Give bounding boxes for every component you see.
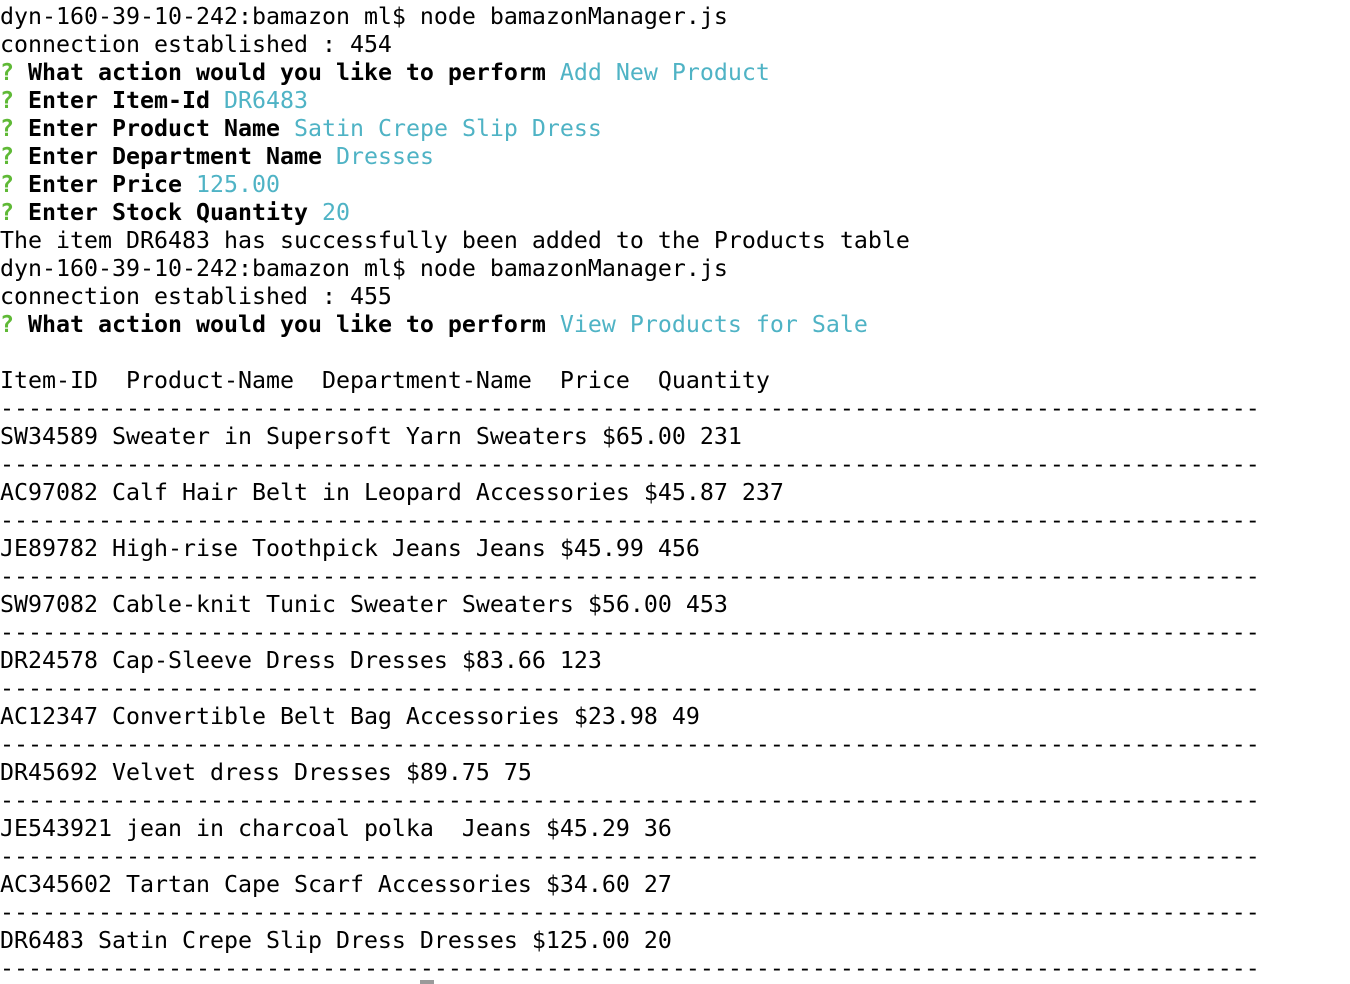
table-separator: ----------------------------------------…: [0, 507, 1260, 534]
terminal-line: DR45692 Velvet dress Dresses $89.75 75: [0, 759, 1260, 787]
terminal-line: connection established : 455: [0, 283, 1260, 311]
terminal-line: ----------------------------------------…: [0, 731, 1260, 759]
terminal-line: AC345602 Tartan Cape Scarf Accessories $…: [0, 871, 1260, 899]
prompt-answer: DR6483: [223, 87, 308, 114]
terminal-line: The item DR6483 has successfully been ad…: [0, 227, 1260, 255]
terminal-line: ? Enter Product Name Satin Crepe Slip Dr…: [0, 115, 1260, 143]
terminal-line: ? Enter Price 125.00: [0, 171, 1260, 199]
prompt-question: Enter Department Name: [28, 143, 336, 170]
prompt-answer: View Products for Sale: [559, 311, 868, 338]
terminal-line: JE89782 High-rise Toothpick Jeans Jeans …: [0, 535, 1260, 563]
output-text: AC12347 Convertible Belt Bag Accessories…: [0, 703, 700, 730]
output-text: JE89782 High-rise Toothpick Jeans Jeans …: [0, 535, 700, 562]
terminal-line: ----------------------------------------…: [0, 563, 1260, 591]
prompt-question: Enter Item-Id: [28, 87, 224, 114]
output-text: connection established : 455: [0, 283, 392, 310]
prompt-marker: ?: [0, 59, 28, 86]
table-separator: ----------------------------------------…: [0, 731, 1260, 758]
prompt-marker: ?: [0, 311, 28, 338]
terminal-line: Item-ID Product-Name Department-Name Pri…: [0, 367, 1260, 395]
prompt-answer: 20: [321, 199, 350, 226]
prompt-marker: ?: [0, 87, 28, 114]
table-separator: ----------------------------------------…: [0, 787, 1260, 814]
prompt-question: Enter Product Name: [28, 115, 294, 142]
terminal-line: DR24578 Cap-Sleeve Dress Dresses $83.66 …: [0, 647, 1260, 675]
output-text: Item-ID Product-Name Department-Name Pri…: [0, 367, 770, 394]
terminal-line: dyn-160-39-10-242:bamazon ml$ node bamaz…: [0, 255, 1260, 283]
output-text: JE543921 jean in charcoal polka Jeans $4…: [0, 815, 672, 842]
terminal-line: ----------------------------------------…: [0, 395, 1260, 423]
terminal-line: ? Enter Item-Id DR6483: [0, 87, 1260, 115]
terminal-line: ? Enter Department Name Dresses: [0, 143, 1260, 171]
terminal-line: ----------------------------------------…: [0, 619, 1260, 647]
output-text: AC97082 Calf Hair Belt in Leopard Access…: [0, 479, 784, 506]
terminal-line: dyn-160-39-10-242:bamazon ml$ node bamaz…: [0, 3, 1260, 31]
table-separator: ----------------------------------------…: [0, 843, 1260, 870]
table-separator: ----------------------------------------…: [0, 563, 1260, 590]
output-text: AC345602 Tartan Cape Scarf Accessories $…: [0, 871, 672, 898]
terminal-line: ----------------------------------------…: [0, 899, 1260, 927]
table-separator: ----------------------------------------…: [0, 899, 1260, 926]
terminal-line: JE543921 jean in charcoal polka Jeans $4…: [0, 815, 1260, 843]
prompt-question: What action would you like to perform: [28, 59, 560, 86]
terminal-line: ----------------------------------------…: [0, 787, 1260, 815]
output-text: SW97082 Cable-knit Tunic Sweater Sweater…: [0, 591, 728, 618]
terminal-output[interactable]: dyn-160-39-10-242:bamazon ml$ node bamaz…: [0, 3, 1260, 983]
terminal-line: AC12347 Convertible Belt Bag Accessories…: [0, 703, 1260, 731]
terminal-line: ----------------------------------------…: [0, 507, 1260, 535]
output-text: DR24578 Cap-Sleeve Dress Dresses $83.66 …: [0, 647, 602, 674]
terminal-line: DR6483 Satin Crepe Slip Dress Dresses $1…: [0, 927, 1260, 955]
prompt-question: Enter Price: [28, 171, 196, 198]
terminal-line: AC97082 Calf Hair Belt in Leopard Access…: [0, 479, 1260, 507]
terminal-line: SW34589 Sweater in Supersoft Yarn Sweate…: [0, 423, 1260, 451]
terminal-line: ? Enter Stock Quantity 20: [0, 199, 1260, 227]
prompt-question: What action would you like to perform: [28, 311, 560, 338]
prompt-question: Enter Stock Quantity: [28, 199, 322, 226]
terminal-line: ----------------------------------------…: [0, 675, 1260, 703]
prompt-answer: Add New Product: [559, 59, 770, 86]
terminal-line: ? What action would you like to perform …: [0, 311, 1260, 339]
prompt-marker: ?: [0, 115, 28, 142]
output-text: The item DR6483 has successfully been ad…: [0, 227, 910, 254]
terminal-cursor: [420, 980, 434, 984]
prompt-answer: Satin Crepe Slip Dress: [293, 115, 602, 142]
table-separator: ----------------------------------------…: [0, 395, 1260, 422]
terminal-line: ----------------------------------------…: [0, 843, 1260, 871]
table-separator: ----------------------------------------…: [0, 675, 1260, 702]
output-text: dyn-160-39-10-242:bamazon ml$ node bamaz…: [0, 255, 728, 282]
terminal-line: connection established : 454: [0, 31, 1260, 59]
terminal-line: ? What action would you like to perform …: [0, 59, 1260, 87]
output-text: dyn-160-39-10-242:bamazon ml$ node bamaz…: [0, 3, 728, 30]
prompt-answer: 125.00: [195, 171, 280, 198]
prompt-marker: ?: [0, 171, 28, 198]
prompt-answer: Dresses: [335, 143, 434, 170]
table-separator: ----------------------------------------…: [0, 955, 1260, 982]
terminal-line: SW97082 Cable-knit Tunic Sweater Sweater…: [0, 591, 1260, 619]
output-text: SW34589 Sweater in Supersoft Yarn Sweate…: [0, 423, 742, 450]
terminal-line: ----------------------------------------…: [0, 451, 1260, 479]
output-text: connection established : 454: [0, 31, 392, 58]
output-text: DR6483 Satin Crepe Slip Dress Dresses $1…: [0, 927, 672, 954]
terminal-line: ----------------------------------------…: [0, 955, 1260, 983]
prompt-marker: ?: [0, 199, 28, 226]
table-separator: ----------------------------------------…: [0, 451, 1260, 478]
prompt-marker: ?: [0, 143, 28, 170]
output-text: DR45692 Velvet dress Dresses $89.75 75: [0, 759, 532, 786]
table-separator: ----------------------------------------…: [0, 619, 1260, 646]
